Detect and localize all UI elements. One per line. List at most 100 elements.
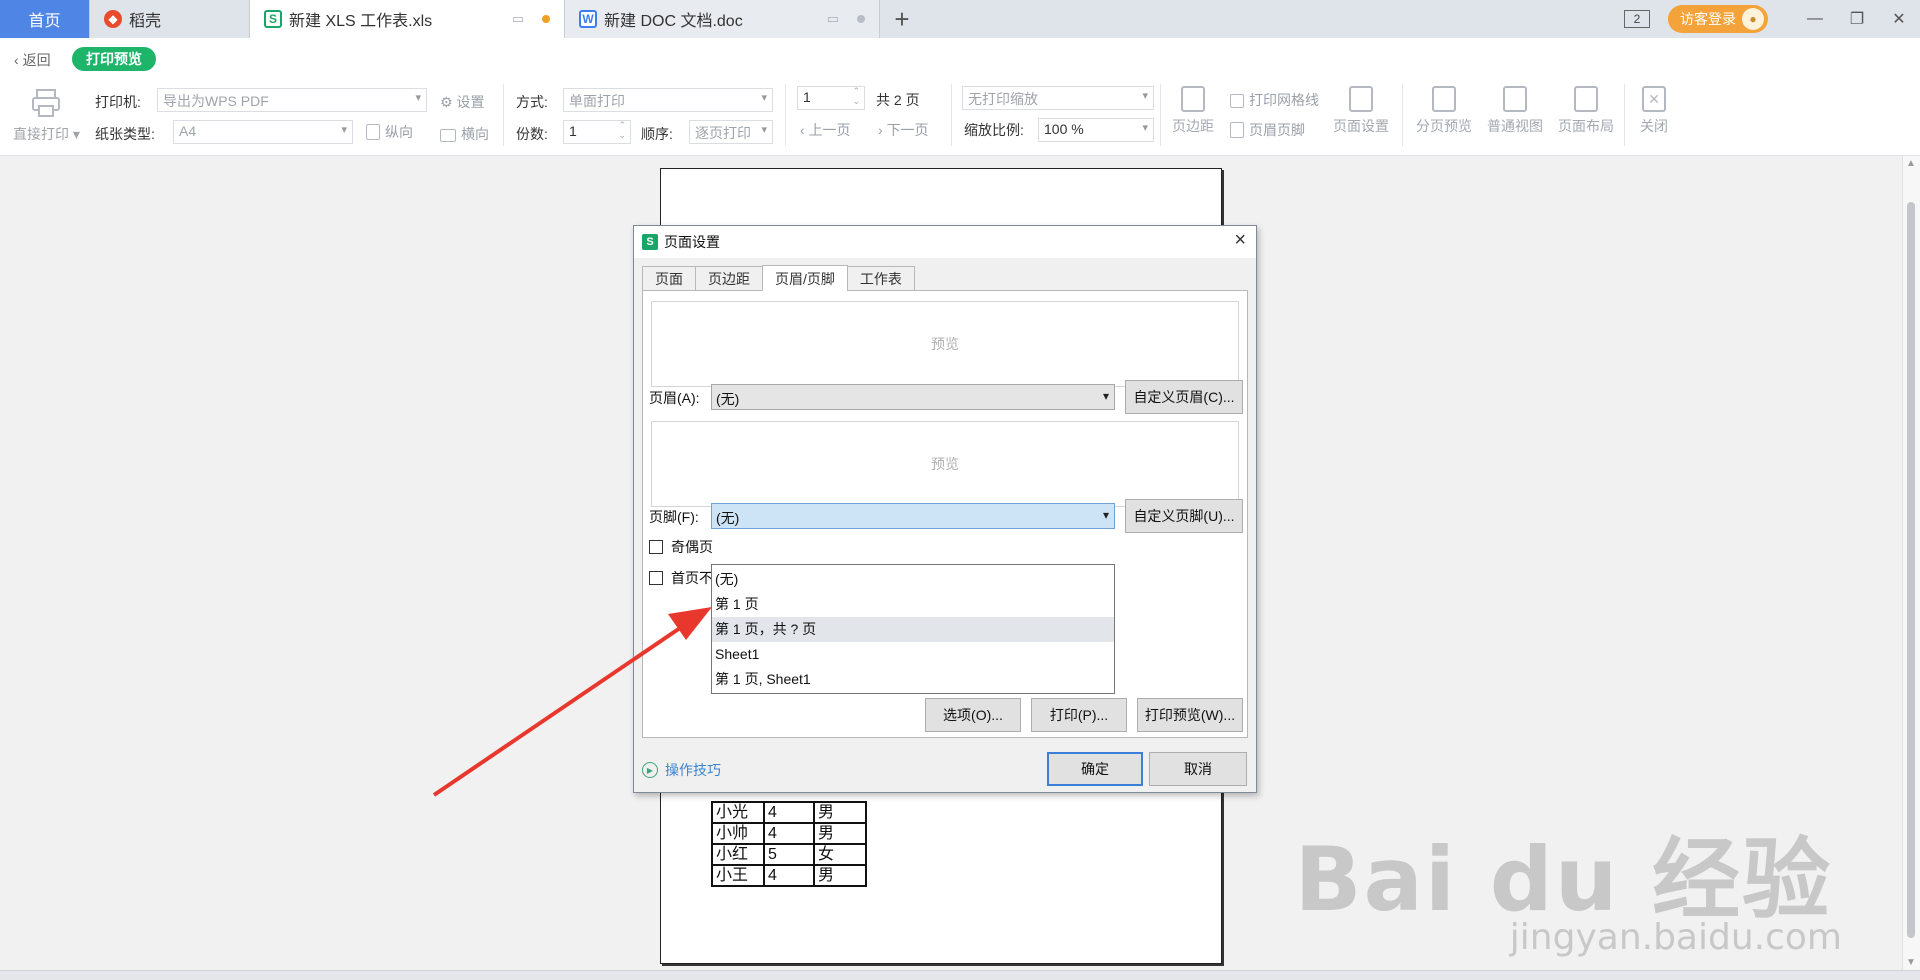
plus-icon: + [894,3,910,34]
close-window-icon[interactable]: ✕ [1878,0,1920,38]
total-pages: 共 2 页 [876,92,920,108]
page-number-stepper[interactable]: 1 [797,86,865,110]
custom-footer-button[interactable]: 自定义页脚(U)... [1125,499,1243,533]
footer-option[interactable]: 第 1 页 [712,592,1114,617]
document-icon: W [579,10,597,28]
tips-link[interactable]: ▶ 操作技巧 [642,760,721,780]
tab-sheet[interactable]: 工作表 [846,266,915,291]
footer-option[interactable]: (无) [712,567,1114,592]
next-page-button[interactable]: › 下一页 [878,120,929,140]
page-setup-button[interactable]: 页面设置 [1330,86,1392,136]
wps-spreadsheet-icon: S [642,234,658,250]
paper-type-value: A4 [179,123,197,139]
window-controls: 2 访客登录 ● — ❐ ✕ [1624,0,1920,38]
direct-print-button[interactable]: 直接打印 ▾ [13,124,80,144]
options-button[interactable]: 选项(O)... [925,698,1021,732]
page-break-icon [1432,86,1456,112]
tab-xls[interactable]: S 新建 XLS 工作表.xls ▭ [250,0,565,38]
tab-home[interactable]: 首页 [0,0,90,38]
dialog-tabs: 页面 页边距 页眉/页脚 工作表 [642,265,915,291]
print-mode-select[interactable]: 单面打印 [563,88,773,112]
print-scaling-select[interactable]: 无打印缩放 [962,86,1154,110]
table-row: 小光 4 男 [711,801,867,824]
sheet-tab-bar [0,970,1920,980]
toolbar-divider [503,84,504,146]
landscape-icon [440,129,456,142]
toolbar-divider [1160,84,1161,146]
order-value: 逐页打印 [695,125,751,141]
copies-stepper[interactable]: 1 [563,120,631,144]
scale-select[interactable]: 100 % [1038,118,1154,142]
page-layout-icon [1574,86,1598,112]
restore-icon[interactable]: ❐ [1836,0,1878,38]
print-preview-button[interactable]: 打印预览(W)... [1137,698,1243,732]
close-preview-button[interactable]: ✕ 关闭 [1623,86,1685,136]
scale-label: 缩放比例: [964,122,1024,138]
login-button[interactable]: 访客登录 ● [1668,5,1768,33]
settings-button[interactable]: ⚙ 设置 [440,92,484,112]
paper-type-select[interactable]: A4 [173,120,353,144]
tab-doc[interactable]: W 新建 DOC 文档.doc ▭ [565,0,880,38]
table-cell: 小王 [711,864,765,887]
scrollbar-thumb[interactable] [1907,202,1915,938]
checkbox-icon [649,540,663,554]
monitor-icon[interactable]: ▭ [512,11,524,27]
footer-preview: 预览 [651,421,1239,507]
checkbox-icon [1230,94,1244,108]
odd-even-label: 奇偶页 [671,539,713,555]
scroll-up-icon[interactable]: ▲ [1906,158,1916,169]
footer-option[interactable]: Sheet1 [712,642,1114,667]
back-button[interactable]: ‹ 返回 [14,50,51,70]
direct-print-label: 直接打印 [13,126,69,142]
print-mode-label: 方式: [516,94,548,110]
header-label: 页眉(A): [649,390,700,406]
margins-button[interactable]: 页边距 [1162,86,1224,136]
tab-page[interactable]: 页面 [642,266,696,291]
page-break-preview-button[interactable]: 分页预览 [1413,86,1475,136]
table-cell: 5 [763,843,815,866]
dialog-close-icon[interactable]: × [1234,229,1246,252]
window-count-icon[interactable]: 2 [1624,10,1650,28]
odd-even-checkbox[interactable]: 奇偶页 [649,537,713,557]
page-number-value: 1 [803,89,811,105]
ok-button[interactable]: 确定 [1047,752,1143,786]
footer-dropdown[interactable]: (无) [711,503,1115,529]
header-dropdown[interactable]: (无) [711,384,1115,410]
printer-select[interactable]: 导出为WPS PDF [157,88,427,112]
custom-header-button[interactable]: 自定义页眉(C)... [1125,380,1243,414]
dialog-title-bar: S 页面设置 [634,226,1256,258]
first-page-checkbox[interactable]: 首页不 [649,568,713,588]
page-layout-button[interactable]: 页面布局 [1555,86,1617,136]
new-tab-button[interactable]: + [880,0,924,38]
tab-header-footer[interactable]: 页眉/页脚 [762,265,848,291]
tab-margins[interactable]: 页边距 [695,266,763,291]
print-preview-label: 打印预览 [86,51,142,67]
next-page-label: 下一页 [886,122,929,138]
footer-option-highlighted[interactable]: 第 1 页，共 ? 页 [712,617,1114,642]
header-footer-button[interactable]: 页眉页脚 [1230,120,1305,140]
monitor-icon[interactable]: ▭ [827,11,839,27]
table-cell: 4 [763,864,815,887]
copies-label: 份数: [516,126,548,142]
paper-type-label: 纸张类型: [95,126,155,142]
page-setup-icon [1349,86,1373,112]
minimize-icon[interactable]: — [1794,0,1836,38]
print-gridlines-checkbox[interactable]: 打印网格线 [1230,90,1319,110]
landscape-button[interactable]: 横向 [440,124,489,144]
printer-icon[interactable] [30,88,62,121]
vertical-scrollbar[interactable]: ▲ ▼ [1902,156,1920,970]
tab-daoke[interactable]: ◆ 稻壳 [90,0,250,38]
cancel-button[interactable]: 取消 [1149,752,1247,786]
print-preview-badge: 打印预览 [72,47,156,71]
chevron-left-icon: ‹ [14,52,19,68]
play-icon: ▶ [642,762,658,778]
printer-label: 打印机: [95,94,141,110]
normal-view-button[interactable]: 普通视图 [1484,86,1546,136]
print-scaling-value: 无打印缩放 [968,91,1038,107]
prev-page-button[interactable]: ‹ 上一页 [800,120,851,140]
order-select[interactable]: 逐页打印 [689,120,773,144]
scroll-down-icon[interactable]: ▼ [1906,957,1916,968]
footer-option[interactable]: 第 1 页, Sheet1 [712,667,1114,692]
print-button[interactable]: 打印(P)... [1031,698,1127,732]
portrait-button[interactable]: 纵向 [366,122,413,142]
